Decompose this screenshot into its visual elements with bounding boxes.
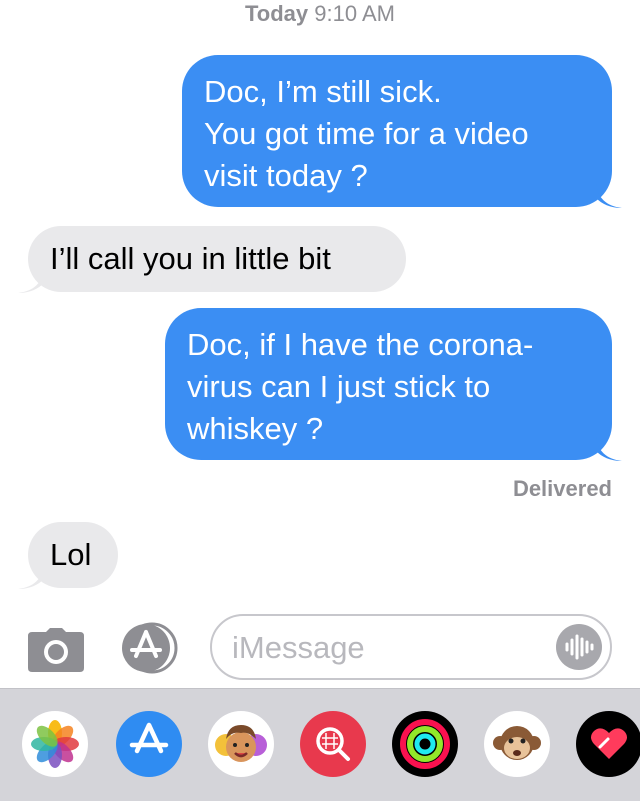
app-drawer <box>0 688 640 801</box>
app-store-app-icon[interactable] <box>116 711 182 777</box>
bubble-tail <box>18 565 44 589</box>
message-text: Lol <box>50 537 92 572</box>
message-text: Doc, if I have the corona- virus can I j… <box>187 327 534 446</box>
images-search-app-icon[interactable] <box>300 711 366 777</box>
app-store-icon[interactable] <box>118 622 180 674</box>
activity-app-icon[interactable] <box>392 711 458 777</box>
audio-waveform-icon[interactable] <box>556 624 602 670</box>
message-input-container[interactable] <box>210 614 612 680</box>
delivered-status: Delivered <box>512 476 612 501</box>
memoji-app-icon[interactable] <box>208 711 274 777</box>
timestamp-time: 9:10 AM <box>314 1 395 26</box>
animoji-app-icon[interactable] <box>484 711 550 777</box>
timestamp-day: Today <box>245 1 309 26</box>
message-bubble-incoming[interactable]: I’ll call you in little bit <box>28 226 406 292</box>
digital-touch-app-icon[interactable] <box>576 711 640 777</box>
bubble-tail <box>18 269 44 293</box>
bubble-tail <box>596 184 622 208</box>
photos-app-icon[interactable] <box>22 711 88 777</box>
message-text: I’ll call you in little bit <box>50 241 331 276</box>
message-bubble-outgoing[interactable]: Doc, I’m still sick. You got time for a … <box>182 55 612 207</box>
message-text: Doc, I’m still sick. You got time for a … <box>204 74 529 193</box>
bubble-tail <box>596 437 622 461</box>
camera-icon[interactable] <box>28 628 84 672</box>
message-bubble-outgoing[interactable]: Doc, if I have the corona- virus can I j… <box>165 308 612 460</box>
message-input[interactable] <box>230 626 534 670</box>
conversation-timestamp: Today 9:10 AM <box>0 0 640 28</box>
